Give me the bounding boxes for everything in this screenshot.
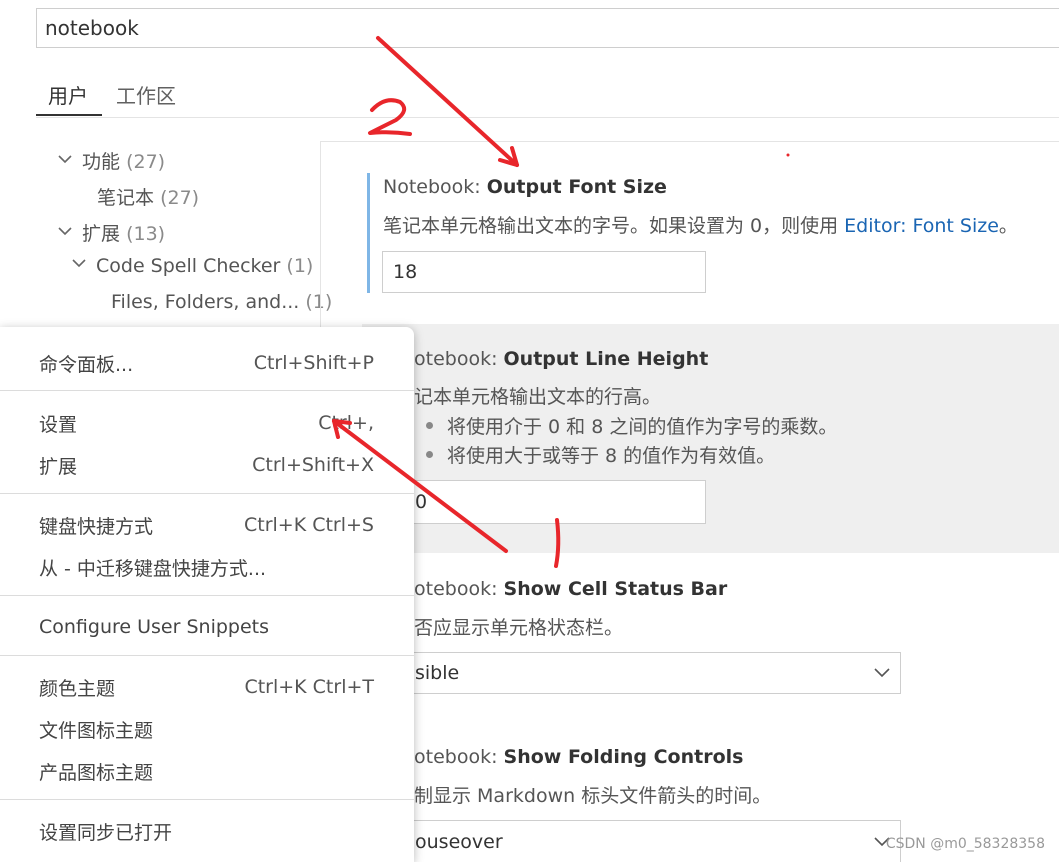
menu-item-keyboard-shortcuts[interactable]: 键盘快捷方式 Ctrl+K Ctrl+S	[0, 505, 414, 545]
tree-item-code-spell-checker[interactable]: Code Spell Checker (1)	[72, 255, 313, 277]
menu-separator	[0, 655, 414, 656]
chevron-down-icon	[58, 155, 72, 164]
output-line-height-input[interactable]: 0	[382, 480, 706, 524]
show-cell-status-bar-select[interactable]: sible	[382, 652, 901, 694]
tree-count: (1)	[286, 255, 314, 277]
tree-item-files-folders[interactable]: Files, Folders, and... (1)	[111, 291, 332, 313]
settings-search-input[interactable]	[36, 8, 1059, 48]
tab-user[interactable]: 用户	[48, 80, 88, 109]
show-folding-controls-select[interactable]: ouseover	[382, 820, 901, 862]
setting-description: 否应显示单元格状态栏。	[414, 617, 624, 639]
setting-title-show-cell-status-bar: otebook: Show Cell Status Bar	[414, 578, 728, 600]
tree-item-features[interactable]: 功能 (27)	[58, 147, 165, 174]
setting-bullet: 将使用大于或等于 8 的值作为有效值。	[426, 441, 775, 468]
menu-item-color-theme[interactable]: 颜色主题 Ctrl+K Ctrl+T	[0, 667, 414, 707]
select-value: sible	[415, 662, 460, 684]
annotation-dot	[786, 153, 790, 157]
setting-title-output-font-size: Notebook: Output Font Size	[383, 176, 667, 198]
menu-item-product-icon-theme[interactable]: 产品图标主题	[0, 751, 414, 791]
annotation-arrow-2	[376, 36, 519, 167]
manage-context-menu: 命令面板... Ctrl+Shift+P 设置 Ctrl+, 扩展 Ctrl+Shif…	[0, 327, 414, 862]
setting-description: 制显示 Markdown 标头文件箭头的时间。	[414, 785, 772, 807]
tree-count: (27)	[126, 151, 166, 173]
chevron-down-icon	[58, 227, 72, 236]
tree-count: (1)	[305, 291, 333, 313]
chevron-down-icon	[874, 668, 890, 678]
content-top-border	[321, 141, 1059, 142]
menu-item-file-icon-theme[interactable]: 文件图标主题	[0, 709, 414, 749]
menu-separator	[0, 799, 414, 800]
setting-description: 记本单元格输出文本的行高。	[414, 386, 662, 408]
setting-title-output-line-height: otebook: Output Line Height	[414, 348, 709, 370]
setting-description: 笔记本单元格输出文本的字号。如果设置为 0，则使用 Editor: Font S…	[383, 215, 1018, 237]
editor-font-size-link[interactable]: Editor: Font Size	[844, 215, 999, 237]
tree-item-extensions[interactable]: 扩展 (13)	[58, 219, 165, 246]
tree-count: (27)	[160, 187, 200, 209]
menu-separator	[0, 595, 414, 596]
select-value: ouseover	[415, 830, 503, 853]
tree-label: 笔记本	[97, 187, 155, 209]
tab-workspace[interactable]: 工作区	[116, 80, 176, 109]
bullet-icon	[426, 451, 433, 458]
setting-bullet: 将使用介于 0 和 8 之间的值作为字号的乘数。	[426, 412, 837, 439]
menu-item-command-palette[interactable]: 命令面板... Ctrl+Shift+P	[0, 343, 414, 383]
tabs-divider	[36, 117, 1059, 118]
tree-separator	[320, 141, 321, 341]
tree-count: (13)	[126, 223, 166, 245]
annotation-arrowhead-2	[498, 146, 519, 167]
setting-title-show-folding-controls: otebook: Show Folding Controls	[414, 746, 744, 768]
menu-item-migrate-keybindings[interactable]: 从 - 中迁移键盘快捷方式...	[0, 547, 414, 587]
tree-label: 功能	[82, 151, 121, 173]
tree-label: Files, Folders, and...	[111, 291, 300, 313]
tree-item-notebook[interactable]: 笔记本 (27)	[97, 183, 199, 210]
active-tab-indicator	[36, 114, 102, 116]
menu-separator	[0, 390, 414, 391]
menu-separator	[0, 493, 414, 494]
bullet-icon	[426, 422, 433, 429]
tree-label: Code Spell Checker	[96, 255, 281, 277]
watermark: CSDN @m0_58328358	[885, 836, 1045, 852]
menu-item-extensions[interactable]: 扩展 Ctrl+Shift+X	[0, 445, 414, 485]
menu-item-settings[interactable]: 设置 Ctrl+,	[0, 403, 414, 443]
tree-label: 扩展	[82, 223, 121, 245]
chevron-down-icon	[72, 259, 86, 268]
menu-item-settings-sync[interactable]: 设置同步已打开	[0, 811, 414, 851]
focused-setting-indicator	[367, 173, 370, 293]
menu-item-configure-user-snippets[interactable]: Configure User Snippets	[0, 607, 414, 647]
output-font-size-input[interactable]: 18	[382, 251, 706, 293]
